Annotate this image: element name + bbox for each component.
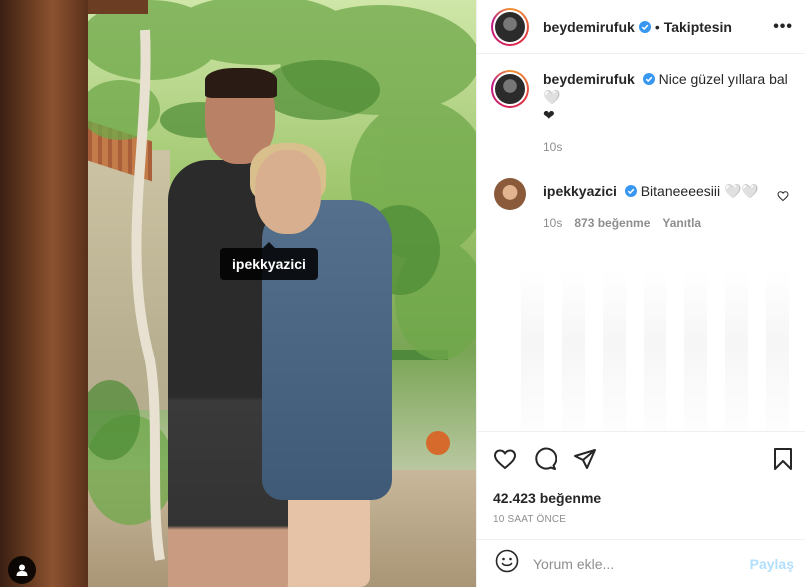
caption-text-continued: ❤ <box>543 107 555 123</box>
post-comment-button[interactable]: Paylaş <box>750 556 794 572</box>
person-woman-legs <box>280 490 370 587</box>
header-separator: • <box>654 18 660 35</box>
verified-badge-icon <box>624 185 637 197</box>
comment-text: Bitaneeeesiii 🤍🤍 <box>640 183 759 199</box>
comment-bubble-icon[interactable] <box>533 447 557 471</box>
post-header: beydemirufuk • Takiptesin ••• <box>477 0 805 54</box>
comment-likes[interactable]: 873 beğenme <box>574 214 650 232</box>
add-comment-bar: Paylaş <box>477 539 805 587</box>
following-button[interactable]: Takiptesin <box>664 19 732 35</box>
save-bookmark-icon[interactable] <box>771 447 795 471</box>
door-frame <box>0 0 88 587</box>
verified-badge-icon <box>642 73 655 85</box>
person-man-hair <box>205 68 277 98</box>
user-tag-icon[interactable] <box>8 556 36 584</box>
post-time[interactable]: 10 SAAT ÖNCE <box>493 514 795 525</box>
comment-item: ipekkyazici Bitaneeeesiii 🤍🤍 10s 873 beğ… <box>491 178 789 232</box>
post-caption: beydemirufuk Nice güzel yıllara bal 🤍 ❤ … <box>491 70 789 156</box>
comment-input[interactable] <box>533 555 750 572</box>
emoji-icon[interactable] <box>495 549 519 578</box>
verified-badge-icon <box>638 20 651 33</box>
caption-author-avatar[interactable] <box>491 70 529 108</box>
person-woman <box>262 200 392 500</box>
post-actions: 42.423 beğenme 10 SAAT ÖNCE <box>477 431 805 539</box>
commenter-avatar[interactable] <box>494 178 526 210</box>
comment-time[interactable]: 10s <box>543 214 562 232</box>
like-heart-icon[interactable] <box>493 447 517 471</box>
caption-username[interactable]: beydemirufuk <box>543 71 635 87</box>
post-side-panel: beydemirufuk • Takiptesin ••• beydemiruf… <box>476 0 805 587</box>
share-send-icon[interactable] <box>573 447 597 471</box>
comment-like-heart-icon[interactable] <box>777 190 789 202</box>
more-options-icon[interactable]: ••• <box>773 18 793 36</box>
likes-count[interactable]: 42.423 beğenme <box>493 490 795 506</box>
reply-button[interactable]: Yanıtla <box>662 214 701 232</box>
commenter-username[interactable]: ipekkyazici <box>543 183 617 199</box>
author-avatar[interactable] <box>491 7 529 46</box>
author-username[interactable]: beydemirufuk <box>543 19 635 35</box>
photo-user-tag[interactable]: ipekkyazici <box>220 242 318 280</box>
post-photo[interactable]: ipekkyazici <box>0 0 476 587</box>
door-frame-top <box>88 0 148 14</box>
comments-list[interactable]: beydemirufuk Nice güzel yıllara bal 🤍 ❤ … <box>477 54 805 431</box>
caption-time[interactable]: 10s <box>543 138 562 156</box>
comments-loading-placeholder <box>491 270 790 431</box>
person-woman-head <box>255 150 321 234</box>
